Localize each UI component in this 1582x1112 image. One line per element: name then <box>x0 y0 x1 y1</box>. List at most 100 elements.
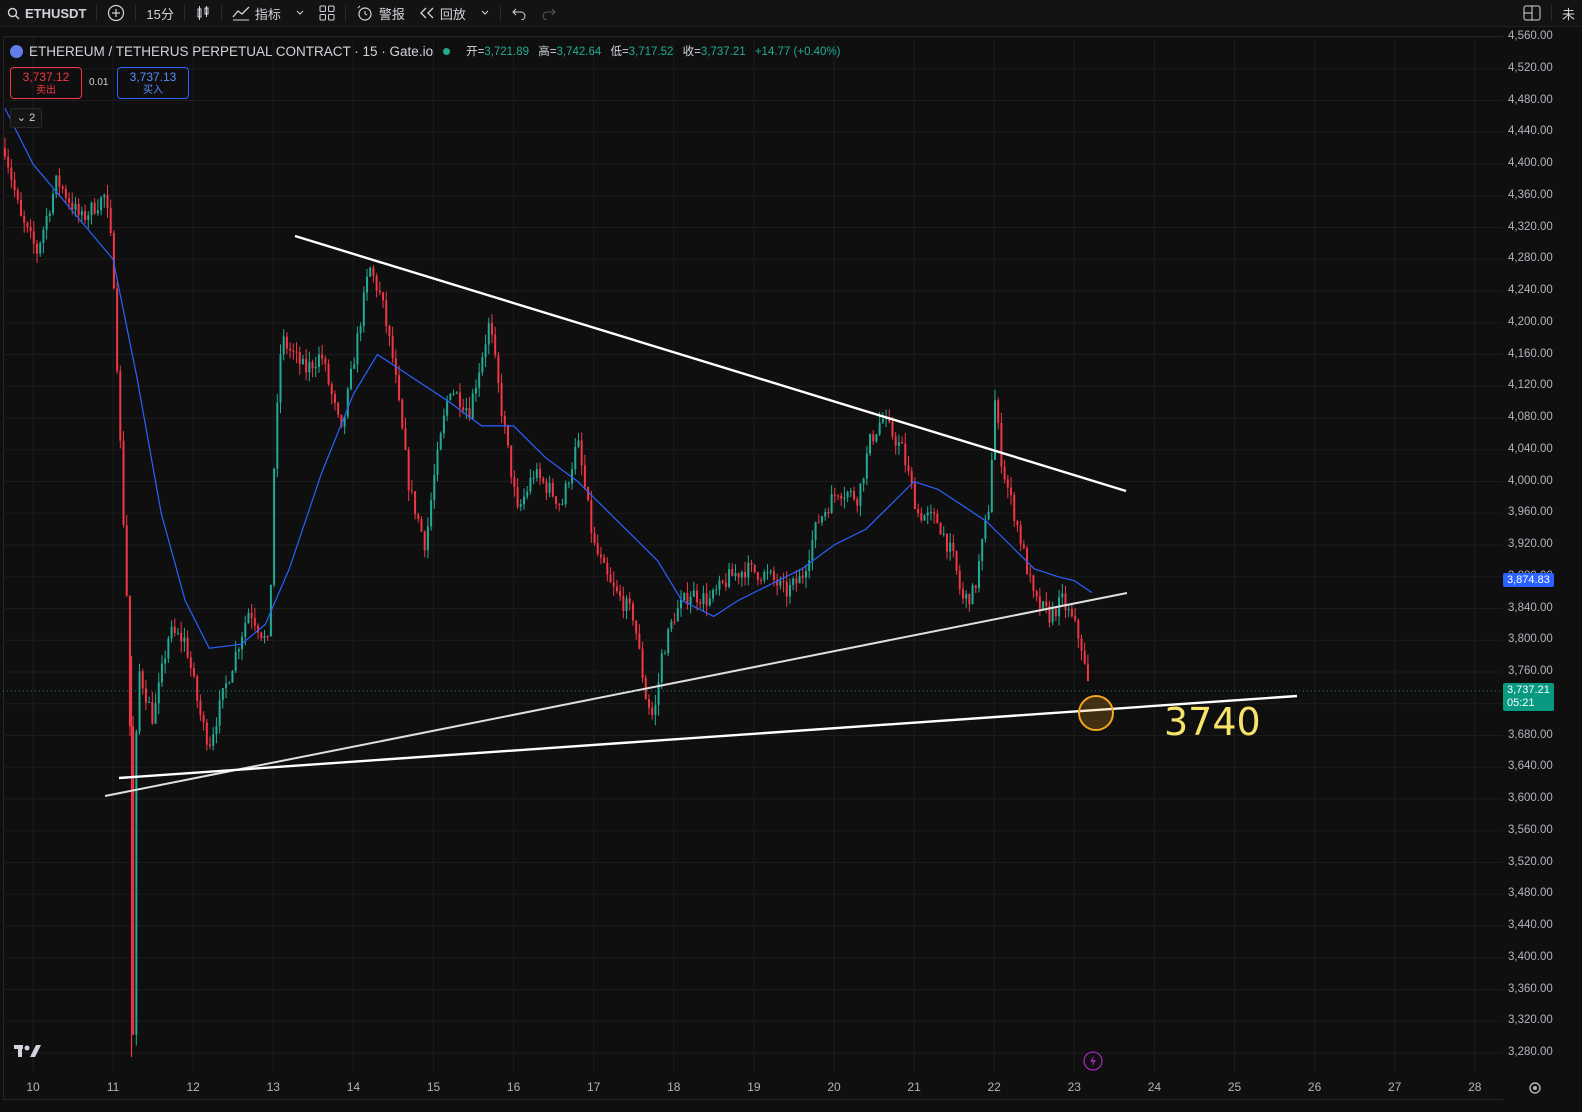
time-tick-label: 15 <box>426 1080 441 1094</box>
candle-body <box>64 188 67 199</box>
candle-body <box>455 392 458 394</box>
candle-body <box>500 383 503 416</box>
candle-body <box>737 573 740 578</box>
price-tick-label: 4,160.00 <box>1508 347 1553 360</box>
price-tick-label: 4,280.00 <box>1508 252 1553 265</box>
candle-body <box>865 453 868 479</box>
time-tick-label: 22 <box>987 1080 1001 1094</box>
candle-body <box>151 701 154 724</box>
price-tick-label: 3,280.00 <box>1508 1046 1553 1058</box>
candle-body <box>574 446 577 470</box>
candle-body <box>385 300 388 326</box>
candle-body <box>346 388 349 417</box>
candle-body <box>333 394 336 403</box>
candle-body <box>971 585 974 605</box>
ohlc-values: 开=3,721.89 高=3,742.64 低=3,717.52 收=3,737… <box>466 43 846 59</box>
indicators-collapse-button[interactable]: ⌄ 2 <box>10 108 42 128</box>
candle-body <box>337 402 340 415</box>
candle-body <box>619 591 622 597</box>
time-tick-label: 18 <box>667 1080 681 1094</box>
candle-body <box>779 580 782 586</box>
candle-body <box>260 632 263 639</box>
moving-average-line <box>4 108 1093 649</box>
candle-body <box>718 580 721 590</box>
candle-body <box>388 325 391 336</box>
candle-body <box>116 288 119 372</box>
price-tick-label: 4,320.00 <box>1508 220 1553 233</box>
price-chart[interactable] <box>0 0 1582 1112</box>
price-tick-label: 3,960.00 <box>1508 506 1553 519</box>
candle-body <box>439 433 442 450</box>
candle-body <box>635 620 638 634</box>
candle-body <box>949 542 952 552</box>
time-tick-label: 17 <box>587 1080 601 1094</box>
candle-body <box>19 199 22 216</box>
candle-body <box>87 215 90 220</box>
high-value: 3,742.64 <box>556 46 602 58</box>
candle-body <box>753 564 756 573</box>
candle-body <box>160 663 163 683</box>
candle-body <box>529 477 532 492</box>
candle-body <box>301 358 304 365</box>
candle-body <box>362 292 365 327</box>
candle-body <box>638 633 641 649</box>
close-value: 3,737.21 <box>700 46 746 58</box>
candle-body <box>843 497 846 499</box>
candle-body <box>1003 466 1006 480</box>
price-tick-label: 3,640.00 <box>1508 760 1553 773</box>
candle-body <box>977 561 980 589</box>
candle-body <box>119 371 122 441</box>
candle-body <box>628 598 631 604</box>
candle-body <box>417 514 420 519</box>
candle-body <box>292 350 295 352</box>
candle-body <box>660 653 663 683</box>
candle-body <box>615 586 618 592</box>
sell-label: 卖出 <box>36 85 56 96</box>
candle-body <box>580 440 583 466</box>
grid-lines <box>3 36 1502 1072</box>
candle-body <box>382 292 385 301</box>
candle-body <box>141 671 144 689</box>
chevron-down-icon: ⌄ <box>16 112 27 124</box>
candle-body <box>705 593 708 606</box>
candle-body <box>840 495 843 499</box>
candle-body <box>253 617 256 626</box>
candle-body <box>862 478 865 484</box>
candle-body <box>458 392 461 408</box>
candle-body <box>356 333 359 365</box>
candle-body <box>276 402 279 469</box>
price-tick-label: 3,560.00 <box>1508 823 1553 836</box>
candle-body <box>494 334 497 356</box>
price-tick-label: 3,360.00 <box>1508 982 1553 995</box>
sell-button[interactable]: 3,737.12 卖出 <box>10 67 82 99</box>
candle-body <box>798 575 801 584</box>
candle-body <box>106 194 109 209</box>
candle-body <box>80 211 83 216</box>
candle-body <box>830 494 833 514</box>
candle-body <box>36 243 39 254</box>
buy-label: 买入 <box>143 85 163 96</box>
buy-button[interactable]: 3,737.13 买入 <box>117 67 189 99</box>
candle-body <box>128 595 131 727</box>
candle-body <box>1061 593 1064 598</box>
candle-body <box>808 560 811 572</box>
candle-body <box>433 474 436 501</box>
candle-body <box>1038 596 1041 609</box>
candle-body <box>84 211 87 220</box>
candle-body <box>23 215 26 223</box>
candle-body <box>872 434 875 442</box>
buy-price: 3,737.13 <box>129 70 177 84</box>
candle-body <box>369 267 372 277</box>
candle-body <box>593 532 596 544</box>
candle-body <box>814 522 817 540</box>
candle-body <box>375 275 378 291</box>
candle-body <box>622 596 625 612</box>
candle-body <box>1029 574 1032 576</box>
price-tick-label: 3,400.00 <box>1508 950 1553 963</box>
high-label: 高= <box>538 46 557 58</box>
close-label: 收= <box>682 46 701 58</box>
candle-body <box>1067 609 1070 611</box>
candle-body <box>961 589 964 599</box>
candle-body <box>721 580 724 583</box>
candle-body <box>523 496 526 505</box>
